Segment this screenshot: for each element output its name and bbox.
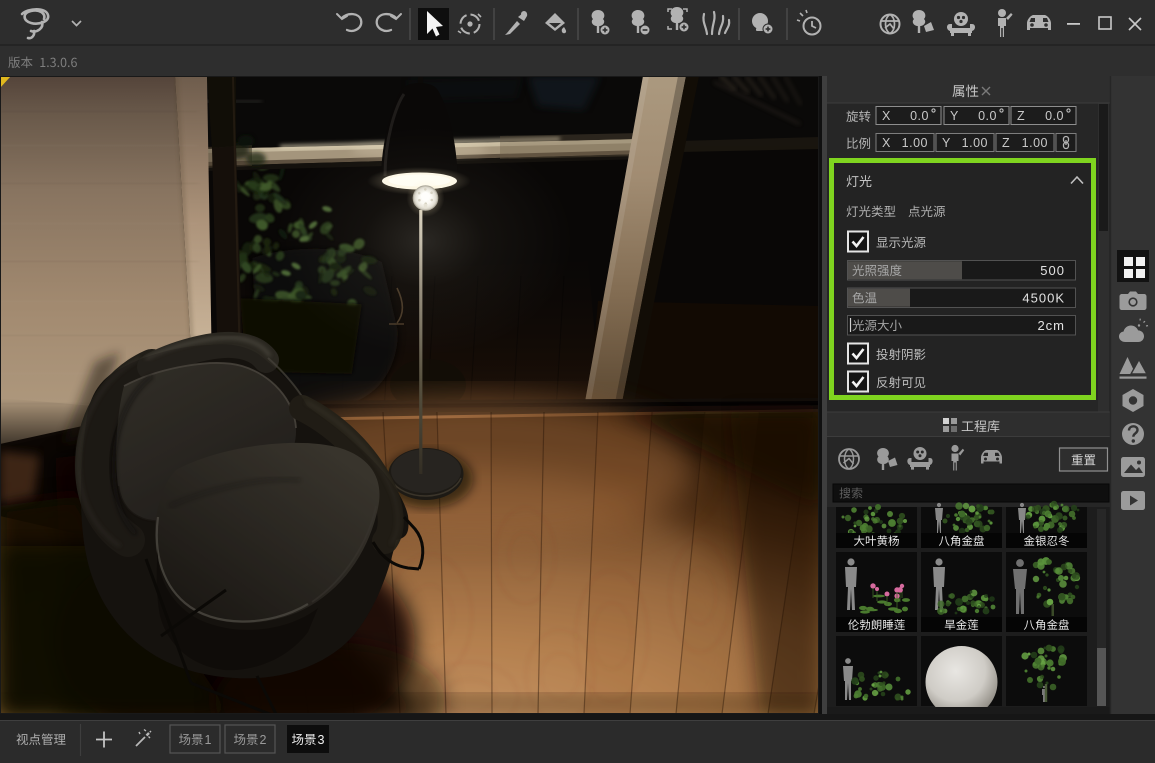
svg-text:2: 2 (260, 733, 267, 747)
svg-text:4500K: 4500K (1022, 291, 1065, 306)
svg-text:0.0: 0.0 (910, 109, 929, 123)
svg-text:X: X (882, 136, 891, 150)
svg-text:0.0: 0.0 (978, 109, 997, 123)
svg-text:3: 3 (318, 733, 325, 747)
svg-text:1.00: 1.00 (902, 136, 928, 150)
svg-text:Y: Y (942, 136, 951, 150)
svg-text:1: 1 (205, 733, 212, 747)
svg-text:1.00: 1.00 (962, 136, 988, 150)
svg-text:Z: Z (1017, 109, 1025, 123)
svg-text:500: 500 (1040, 263, 1065, 278)
svg-text:2cm: 2cm (1037, 318, 1065, 333)
svg-text:Z: Z (1002, 136, 1010, 150)
svg-text:0.0: 0.0 (1045, 109, 1064, 123)
svg-text:1.00: 1.00 (1022, 136, 1048, 150)
svg-text:Y: Y (950, 109, 959, 123)
svg-text:X: X (882, 109, 891, 123)
